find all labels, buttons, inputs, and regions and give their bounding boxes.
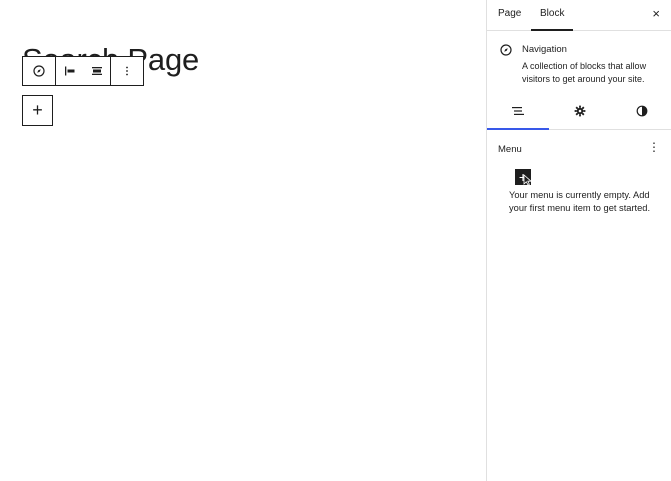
block-card-description: A collection of blocks that allow visito… xyxy=(522,61,647,84)
compass-icon xyxy=(33,65,45,77)
justify-center-icon xyxy=(91,67,102,75)
add-block-button[interactable]: + xyxy=(22,95,53,126)
tab-list-view[interactable] xyxy=(487,93,549,130)
settings-sidebar: Page Block × Navigation A collection of … xyxy=(486,0,671,481)
sidebar-tabs: Page Block × xyxy=(487,0,671,31)
block-options-button[interactable] xyxy=(111,57,143,85)
mouse-pointer-icon xyxy=(523,174,532,186)
close-sidebar-button[interactable]: × xyxy=(652,7,660,21)
editor-canvas: Search Page xyxy=(0,0,486,481)
menu-options-button[interactable]: ⋮ xyxy=(648,140,660,154)
block-card-title: Navigation xyxy=(522,44,567,55)
tab-settings[interactable] xyxy=(549,93,611,129)
block-type-button[interactable] xyxy=(23,57,55,85)
tab-block[interactable]: Block xyxy=(531,0,574,31)
tab-styles[interactable] xyxy=(611,93,671,129)
empty-menu-message: Your menu is currently empty. Add your f… xyxy=(509,190,651,213)
block-toolbar xyxy=(22,56,144,86)
justify-left-icon xyxy=(64,66,75,76)
block-card: Navigation A collection of blocks that a… xyxy=(487,31,671,93)
contrast-icon xyxy=(636,105,648,117)
gear-icon xyxy=(574,105,586,117)
justify-center-button[interactable] xyxy=(83,57,110,85)
compass-icon xyxy=(500,43,512,61)
tab-page[interactable]: Page xyxy=(498,0,521,30)
justify-left-button[interactable] xyxy=(56,57,84,85)
menu-panel-header: Menu ⋮ xyxy=(487,130,671,166)
inspector-tabs xyxy=(487,93,671,130)
more-vertical-icon xyxy=(126,66,129,76)
menu-label: Menu xyxy=(498,144,522,155)
list-view-icon xyxy=(512,107,524,115)
